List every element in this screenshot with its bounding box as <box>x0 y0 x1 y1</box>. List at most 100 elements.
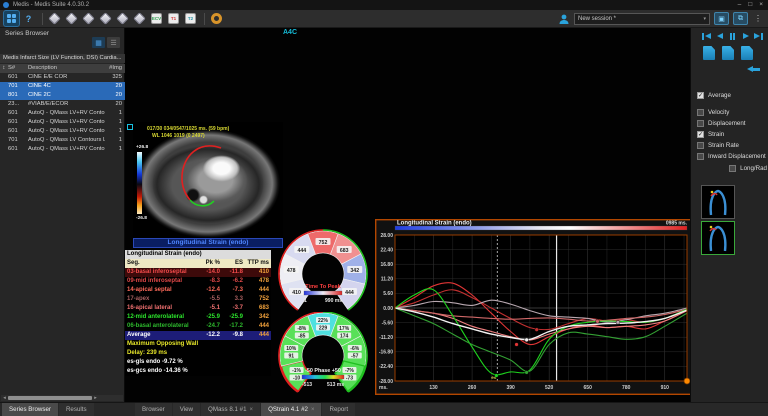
cine-transport-controls <box>701 31 764 41</box>
mri-image[interactable]: 017/30 034/0547/1025 ms. (59 bpm) WL 104… <box>133 122 283 238</box>
apps-grid-icon[interactable] <box>4 11 19 26</box>
checkbox-row-strain-rate[interactable]: Strain Rate <box>697 142 767 149</box>
col-img-count[interactable]: #Img <box>105 64 125 73</box>
study-label[interactable]: Medis Infarct Size (LV Function, DSI) Ca… <box>0 54 125 63</box>
app-icon-t2[interactable]: T2 <box>183 11 198 26</box>
peak-marker <box>515 343 519 347</box>
tab-label: View <box>180 403 193 416</box>
app-icon-2[interactable] <box>64 11 79 26</box>
app-icon-6[interactable] <box>132 11 147 26</box>
checkbox-row-velocity[interactable]: Velocity <box>697 109 767 116</box>
checkbox[interactable] <box>697 120 704 127</box>
strain-row[interactable]: 12-mid anterolateral-25.9-25.9342 <box>125 313 271 322</box>
medis-ring-icon[interactable] <box>209 11 224 26</box>
scroll-right-icon[interactable]: ▸ <box>92 395 99 401</box>
kebab-menu-icon[interactable]: ⋮ <box>754 14 762 23</box>
close-icon[interactable]: × <box>311 403 315 416</box>
strain-row[interactable]: 03-basal inferoseptal-14.0-11.8410 <box>125 268 271 277</box>
duration-label: 0985 ms. <box>666 221 688 227</box>
app-icon-5[interactable] <box>115 11 130 26</box>
sort-icon[interactable]: ↕ <box>0 64 8 73</box>
tab-series-browser[interactable]: Series Browser <box>2 403 58 416</box>
dot <box>12 14 16 18</box>
back-arrow-icon[interactable] <box>747 66 760 72</box>
session-dropdown[interactable]: New session * ▾ <box>574 13 710 25</box>
checkbox-row-displacement[interactable]: Displacement <box>697 120 767 127</box>
series-row[interactable]: 701AutoQ - QMass LV Contours LAX ...1 <box>0 136 125 145</box>
pause-button[interactable] <box>727 31 738 41</box>
horizontal-scrollbar[interactable]: ◂ ▸ <box>1 395 123 401</box>
strain-row[interactable]: 17-apex-5.53.3752 <box>125 295 271 304</box>
checkbox[interactable] <box>697 142 704 149</box>
checkbox[interactable]: ✓ <box>697 92 704 99</box>
app-icon-1[interactable] <box>47 11 62 26</box>
checkbox[interactable]: ✓ <box>697 131 704 138</box>
shield-glyph <box>82 12 95 25</box>
segment-value: 444 <box>297 248 306 254</box>
tab-qmass-8-1-1[interactable]: QMass 8.1 #1× <box>201 403 260 416</box>
note-line: Maximum Opposing Wall <box>125 340 271 349</box>
checkbox[interactable] <box>697 109 704 116</box>
strain-row[interactable]: Average-12.2-9.8444 <box>125 331 271 340</box>
tab-results[interactable]: Results <box>59 403 94 416</box>
series-row[interactable]: 601CINE E/E COR325 <box>0 73 125 82</box>
checkbox-row-strain[interactable]: ✓Strain <box>697 131 767 138</box>
strain-row[interactable]: 09-mid inferoseptal-8.3-6.2478 <box>125 277 271 286</box>
strain-row[interactable]: 14-apical septal-12.4-7.3444 <box>125 286 271 295</box>
series-row[interactable]: 601AutoQ - QMass LV+RV Contours SAX1 <box>0 145 125 154</box>
series-row[interactable]: 23...#VIAB/E/ECOR20 <box>0 100 125 109</box>
tab-view[interactable]: View <box>173 403 200 416</box>
checkbox-row-long-rad[interactable]: Long/Rad <box>697 165 767 172</box>
app-icon-t1[interactable]: T1 <box>166 11 181 26</box>
export-snapshot-1-button[interactable] <box>703 46 715 60</box>
series-row[interactable]: 801CINE 2C20 <box>0 91 125 100</box>
bar <box>761 33 763 40</box>
app-icon-ecv[interactable]: ECV <box>149 11 164 26</box>
main-toolbar: ? ECVT1T2 New session * ▾ ▣ ⧉ ⋮ <box>0 10 768 28</box>
series-row[interactable]: 701CINE 4C20 <box>0 82 125 91</box>
series-row[interactable]: 601AutoQ - QMass LV+RV Contours1 <box>0 109 125 118</box>
maximize-button[interactable]: □ <box>748 0 752 10</box>
checkbox-label: Strain Rate <box>708 142 739 149</box>
series-row[interactable]: 601AutoQ - QMass LV+RV Contours SAX1 <box>0 127 125 136</box>
col-series-number[interactable]: S# <box>8 64 28 73</box>
orientation-thumbnail-2[interactable] <box>701 221 735 255</box>
step-forward-button[interactable] <box>740 31 751 41</box>
tab-report[interactable]: Report <box>322 403 355 416</box>
checkbox[interactable] <box>729 165 736 172</box>
app-icon-4[interactable] <box>98 11 113 26</box>
col-description[interactable]: Description <box>28 64 105 73</box>
strain-row[interactable]: 06-basal anterolateral-24.7-17.2444 <box>125 322 271 331</box>
minimize-button[interactable]: – <box>738 0 742 10</box>
close-icon[interactable]: × <box>250 403 254 416</box>
app-icon-3[interactable] <box>81 11 96 26</box>
chart-title: Longitudinal Strain (endo) <box>397 221 472 227</box>
row-icon <box>0 145 8 154</box>
tri-l <box>705 33 711 39</box>
close-button[interactable]: × <box>759 0 763 10</box>
checkbox-row-average[interactable]: ✓Average <box>697 92 767 99</box>
layout-button[interactable]: ▣ <box>714 12 729 25</box>
checkbox-row-inward-displacement[interactable]: Inward Displacement <box>697 153 767 160</box>
session-area: New session * ▾ ▣ ⧉ ⋮ <box>558 12 762 25</box>
grid-view-icon[interactable]: ▦ <box>92 37 105 48</box>
ttp-scale-min: 1 <box>304 298 307 304</box>
tab-qstrain-4-1-2[interactable]: QStrain 4.1 #2× <box>261 403 321 416</box>
skip-first-button[interactable] <box>701 31 712 41</box>
strain-chart[interactable]: 28.0022.4016.8011.205.600.00-5.60-11.20-… <box>375 219 693 395</box>
scrollbar-thumb[interactable] <box>8 396 92 400</box>
export-snapshot-2-button[interactable] <box>722 46 734 60</box>
list-view-icon[interactable]: ☰ <box>107 37 120 48</box>
scroll-left-icon[interactable]: ◂ <box>1 395 8 401</box>
strain-row[interactable]: 16-apical lateral-5.1-3.7683 <box>125 304 271 313</box>
skip-last-button[interactable] <box>753 31 764 41</box>
series-row[interactable]: 601AutoQ - QMass LV+RV Contours SAX1 <box>0 118 125 127</box>
orientation-thumbnail-1[interactable] <box>701 185 735 219</box>
export-snapshot-3-button[interactable] <box>741 46 753 60</box>
screens-button[interactable]: ⧉ <box>733 12 748 25</box>
tab-browser[interactable]: Browser <box>135 403 172 416</box>
checkbox[interactable] <box>697 153 704 160</box>
step-back-button[interactable] <box>714 31 725 41</box>
help-icon[interactable]: ? <box>21 11 36 26</box>
segment-value: 91 <box>288 353 294 359</box>
